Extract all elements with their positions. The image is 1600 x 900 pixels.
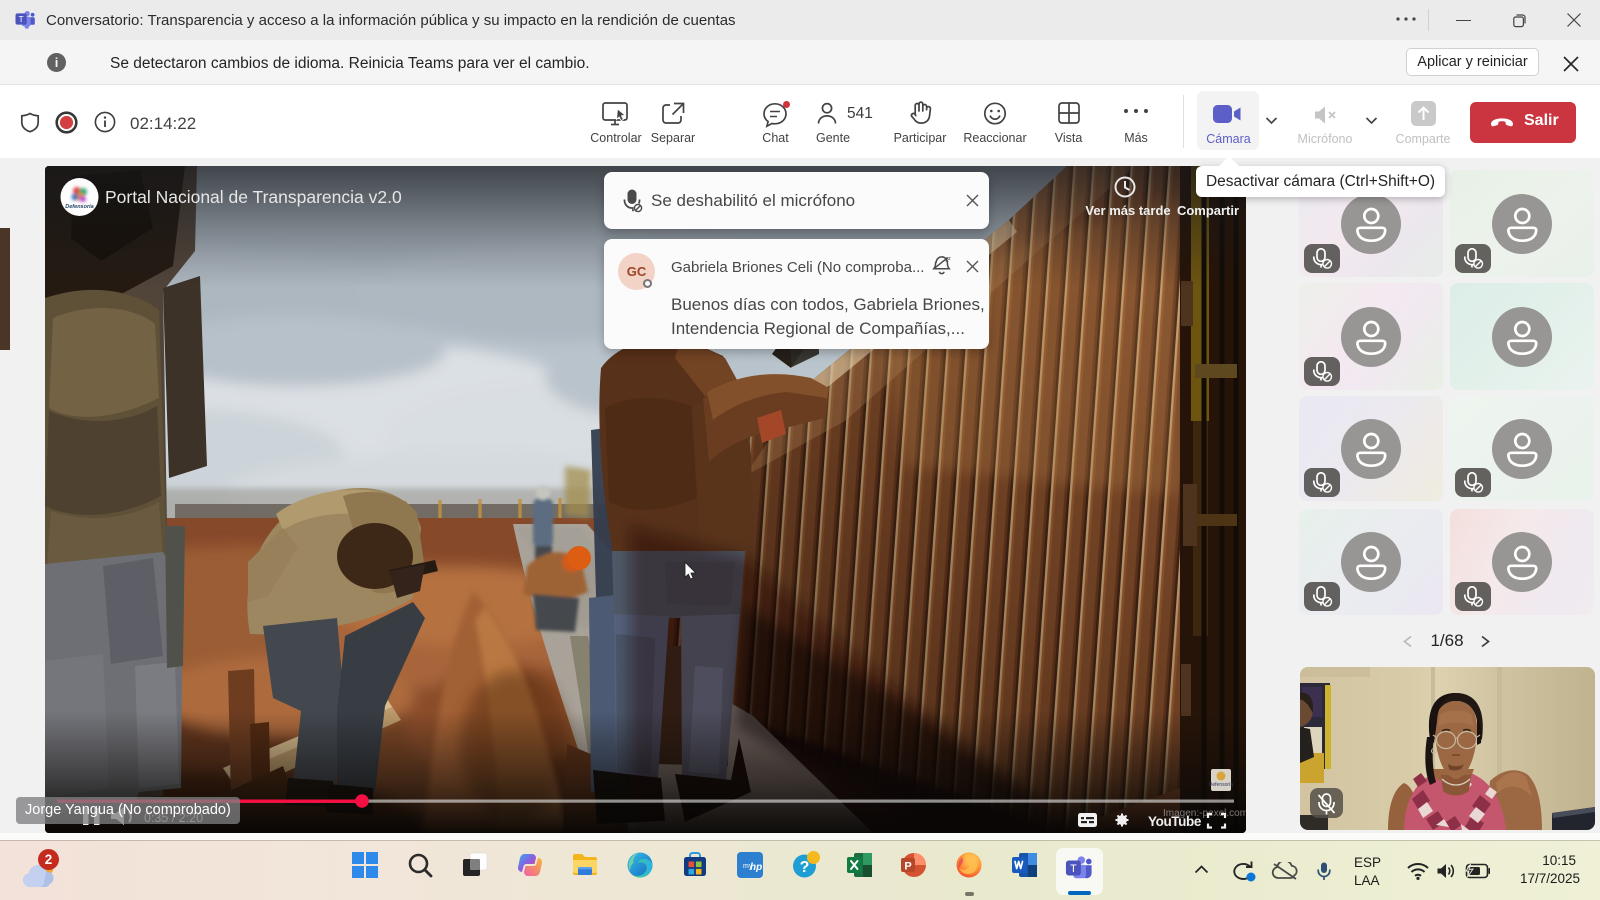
- svg-text:YouTube: YouTube: [1148, 814, 1202, 829]
- svg-text:Compartir: Compartir: [1177, 203, 1239, 218]
- svg-text:z: z: [948, 256, 951, 262]
- svg-text:Ver más tarde: Ver más tarde: [1085, 203, 1170, 218]
- svg-text:hp: hp: [750, 862, 762, 873]
- svg-text:T: T: [18, 14, 23, 24]
- svg-text:?: ?: [800, 859, 810, 876]
- svg-text:Defensoría: Defensoría: [65, 204, 93, 210]
- svg-text:T: T: [1070, 863, 1077, 875]
- svg-text:Portal Nacional de Transparenc: Portal Nacional de Transparencia v2.0: [105, 187, 402, 207]
- svg-text:Defensoría: Defensoría: [1209, 782, 1234, 788]
- svg-text:P: P: [904, 861, 911, 873]
